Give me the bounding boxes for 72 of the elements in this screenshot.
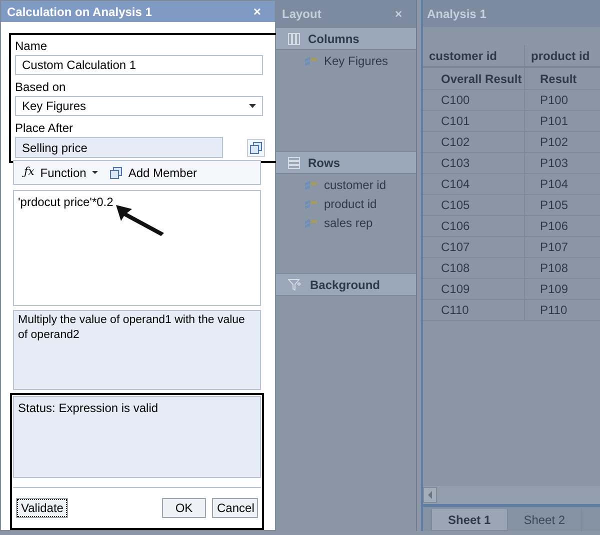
table-cell: C105: [423, 195, 525, 215]
based-on-select[interactable]: Key Figures: [15, 96, 263, 116]
close-button[interactable]: ×: [253, 2, 261, 22]
copy-icon: [110, 166, 122, 178]
table-cell-text: P102: [539, 134, 568, 151]
table-cell-text: P100: [539, 92, 568, 109]
section-header[interactable]: Background: [276, 273, 416, 296]
table-cell: C101: [423, 111, 525, 131]
name-field[interactable]: Custom Calculation 1: [15, 55, 263, 75]
table-cell: C100: [423, 90, 525, 110]
function-menu-button[interactable]: ƒx Function: [24, 164, 98, 182]
section-title: Columns: [308, 30, 360, 48]
table-cell: C109: [423, 279, 525, 299]
table-cell-text: P107: [539, 239, 568, 256]
dimension-icon: [304, 218, 318, 228]
rows-icon: [288, 156, 300, 168]
table-cell: C108: [423, 258, 525, 278]
field-label: Based on: [15, 79, 67, 96]
description-text: Multiply the value of operand1 with the value of operand2: [18, 313, 246, 343]
layout-item[interactable]: customer id: [304, 177, 416, 193]
result-header: Result: [539, 71, 577, 88]
field-label: Name: [15, 38, 48, 55]
status-text: Status: Expression is valid: [18, 401, 158, 415]
fx-icon: ƒx: [24, 164, 34, 181]
dialog-button[interactable]: OK: [162, 498, 206, 518]
table-cell-text: P101: [539, 113, 568, 130]
table-cell-text: P110: [539, 302, 568, 319]
section-title: Rows: [308, 154, 340, 172]
field-label: Place After: [15, 120, 74, 137]
dialog-title: Calculation on Analysis 1: [7, 4, 152, 20]
dimension-icon: [304, 180, 318, 190]
panel-title: Analysis 1: [427, 6, 486, 22]
table-cell: C106: [423, 216, 525, 236]
picker-button[interactable]: [247, 138, 265, 156]
column-header: customer id: [423, 45, 525, 66]
section-header[interactable]: Rows: [276, 151, 416, 174]
dropdown-arrow-icon: [249, 104, 256, 108]
sheet-tab[interactable]: Sheet 2: [508, 509, 582, 531]
column-header: product id: [530, 48, 591, 65]
caret-icon: [92, 171, 98, 174]
horizontal-scrollbar[interactable]: [423, 486, 600, 504]
place-after-field[interactable]: Selling price: [15, 137, 223, 158]
scroll-left-icon: [423, 487, 437, 503]
table-cell: C107: [423, 237, 525, 257]
table-cell-text: P103: [539, 155, 568, 172]
add-member-button[interactable]: Add Member: [110, 164, 198, 182]
dimension-icon: [304, 198, 318, 210]
sheet-tab[interactable]: Sheet 1: [431, 509, 508, 531]
arrow-icon: [114, 203, 166, 237]
columns-icon: [288, 32, 300, 44]
expression-editor[interactable]: 'prdocut price'*0.2: [13, 190, 261, 306]
layout-item[interactable]: Key Figures: [304, 53, 416, 69]
table-cell: C104: [423, 174, 525, 194]
filter-icon: [288, 278, 302, 290]
table-cell: C102: [423, 132, 525, 152]
table-cell-text: P106: [539, 218, 568, 235]
copy-icon: [250, 142, 262, 154]
layout-item[interactable]: product id: [304, 196, 416, 212]
validate-button[interactable]: Validate: [16, 498, 68, 518]
dimension-icon: [304, 56, 318, 66]
dialog-button[interactable]: Cancel: [212, 498, 258, 518]
table-cell-text: P105: [539, 197, 568, 214]
layout-item[interactable]: sales rep: [304, 215, 416, 231]
table-cell-text: P109: [539, 281, 568, 298]
table-cell-text: P104: [539, 176, 568, 193]
section-title: Background: [310, 276, 380, 294]
table-cell: C110: [423, 300, 525, 320]
table-cell: C103: [423, 153, 525, 173]
table-cell-text: P108: [539, 260, 568, 277]
section-header[interactable]: Columns: [276, 27, 416, 50]
result-header: Overall Result: [423, 68, 525, 89]
panel-title: Layout: [282, 6, 322, 22]
